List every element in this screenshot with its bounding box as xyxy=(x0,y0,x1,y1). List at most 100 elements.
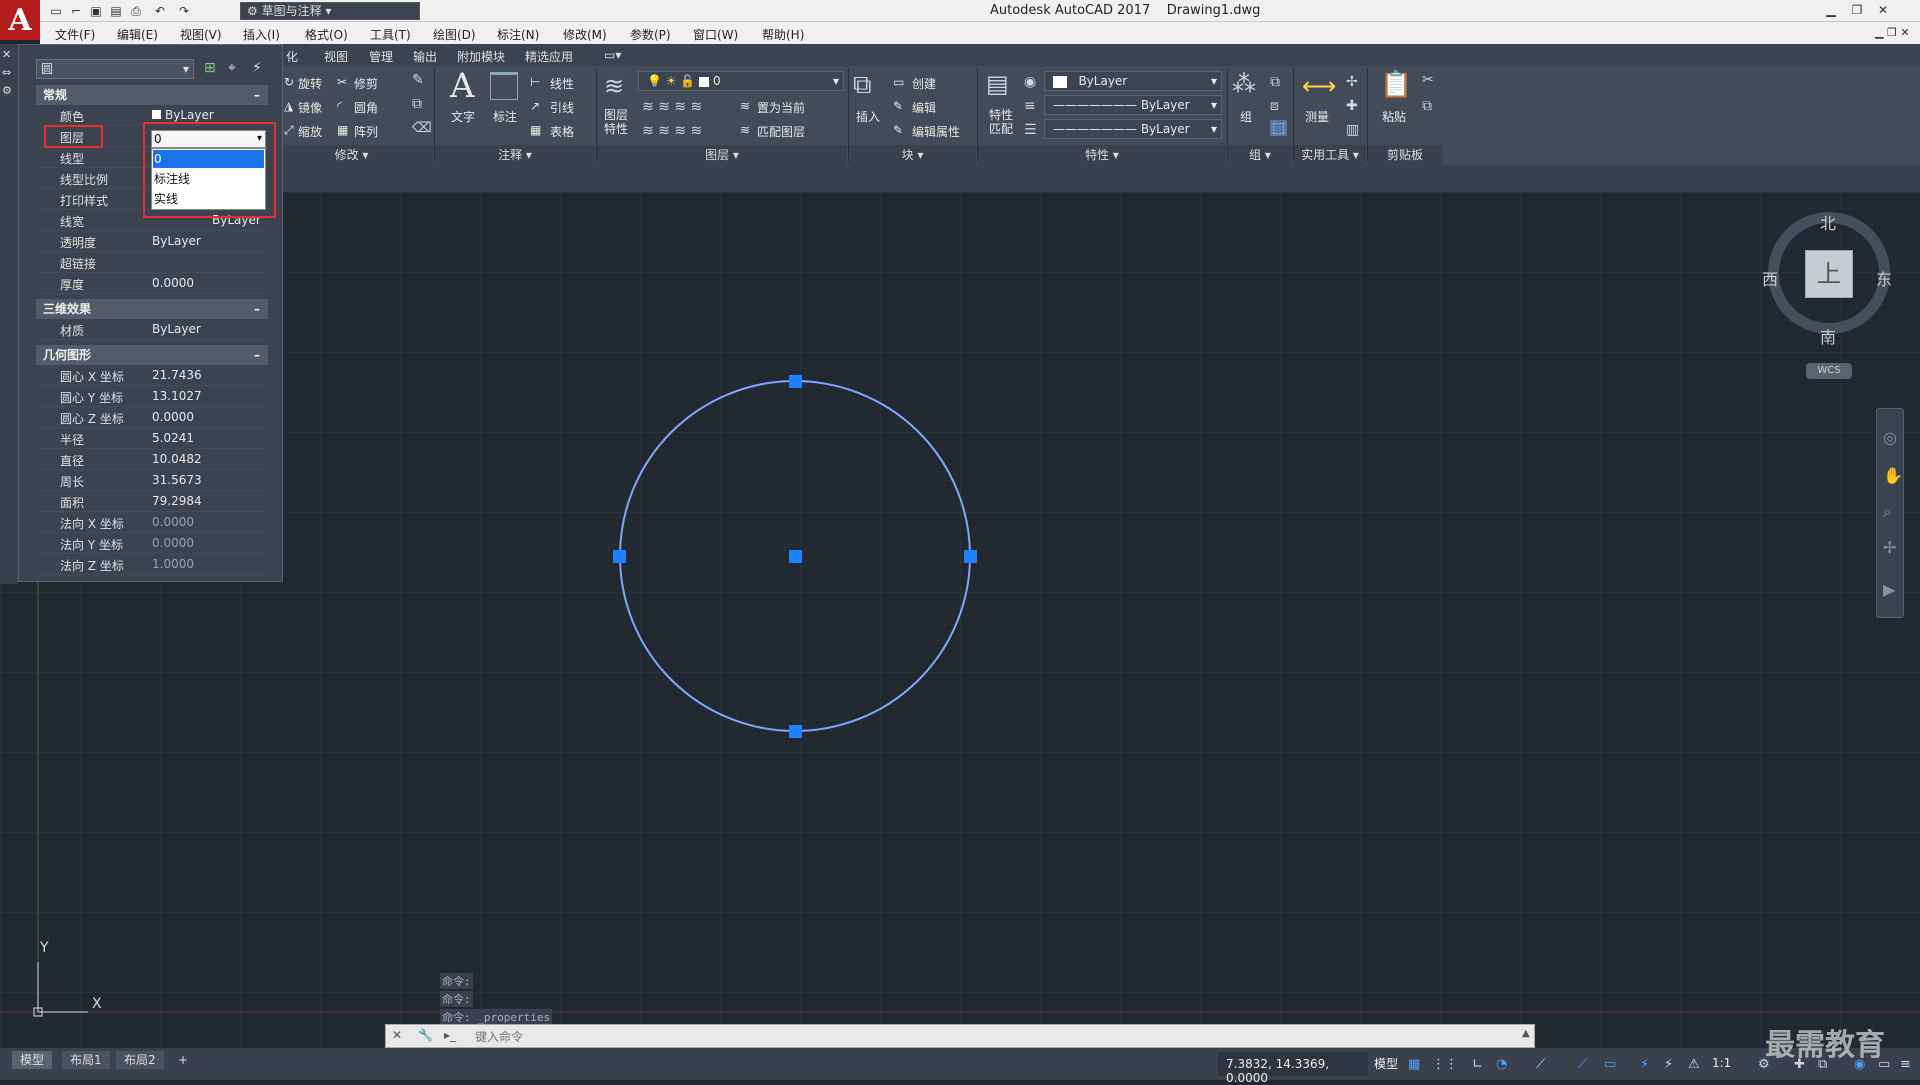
rotate-button[interactable]: 旋转 xyxy=(298,75,322,92)
prop-row-center-x[interactable]: 圆心 X 坐标 21.7436 xyxy=(36,365,268,386)
layer-tool-icon[interactable]: ≋ ≋ ≋ ≋ xyxy=(642,123,702,139)
measure-icon[interactable]: ⟷ xyxy=(1302,72,1336,100)
section-geometry[interactable]: 几何图形 – xyxy=(36,345,268,365)
array-button[interactable]: 阵列 xyxy=(354,123,378,140)
menu-tools[interactable]: 工具(T) xyxy=(370,26,411,43)
match-properties-button[interactable]: 特性 匹配 xyxy=(989,108,1013,136)
panel-annotation-label[interactable]: 注释 ▾ xyxy=(435,145,595,165)
fillet-icon[interactable]: ◜ xyxy=(337,99,342,113)
point-icon[interactable]: ✢ xyxy=(1346,74,1358,90)
tab-output[interactable]: 输出 xyxy=(413,48,437,65)
dimension-icon[interactable] xyxy=(490,72,518,100)
layer-properties-button[interactable]: 图层 特性 xyxy=(604,108,628,136)
undo-icon[interactable]: ↶ xyxy=(152,3,168,19)
pencil-icon[interactable]: ✎ xyxy=(412,72,424,88)
ribbon-toggle-icon[interactable]: ▭▾ xyxy=(604,48,621,62)
id-point-icon[interactable]: ✚ xyxy=(1346,98,1358,114)
viewcube-south[interactable]: 南 xyxy=(1820,324,1836,348)
menu-parametric[interactable]: 参数(P) xyxy=(630,26,671,43)
redo-icon[interactable]: ↷ xyxy=(176,3,192,19)
layer-properties-icon[interactable]: ≋ xyxy=(604,72,624,100)
mirror-icon[interactable]: ◮ xyxy=(284,99,293,113)
tab-view[interactable]: 视图 xyxy=(324,48,348,65)
panel-groups-label[interactable]: 组 ▾ xyxy=(1228,145,1292,165)
leader-button[interactable]: 引线 xyxy=(550,99,574,116)
command-line[interactable] xyxy=(385,1024,1535,1048)
menu-view[interactable]: 视图(V) xyxy=(180,26,222,43)
tab-visualize[interactable]: 化 xyxy=(286,48,298,65)
tab-addins[interactable]: 附加模块 xyxy=(457,48,505,65)
layer-dropdown[interactable]: 💡 ☀ 🔓 0 ▾ xyxy=(638,71,844,91)
menu-edit[interactable]: 编辑(E) xyxy=(117,26,158,43)
pickadd-toggle-icon[interactable]: ⊞ xyxy=(204,60,216,76)
workspace-switcher[interactable]: ⚙ 草图与注释 ▾ xyxy=(240,2,420,20)
quick-select-icon[interactable]: ⚡ xyxy=(252,60,262,76)
linetype-icon[interactable]: ≡ xyxy=(1024,98,1036,114)
close-icon[interactable]: ✕ xyxy=(1872,1,1894,19)
insert-icon[interactable]: ⧉ xyxy=(853,70,872,101)
annotation-visibility-icon[interactable]: ⚡ xyxy=(1640,1057,1649,1072)
doc-window-controls[interactable]: ▁ ❐ ✕ xyxy=(1875,26,1910,39)
isodraft-icon[interactable]: ⟋ xyxy=(1536,1057,1545,1072)
color-dropdown[interactable]: ByLayer ▾ xyxy=(1044,71,1222,91)
layout-tab-layout1[interactable]: 布局1 xyxy=(62,1051,110,1069)
paste-button[interactable]: 粘贴 xyxy=(1382,108,1406,125)
prop-row-thickness[interactable]: 厚度 0.0000 xyxy=(36,273,268,294)
panel-layers-label[interactable]: 图层 ▾ xyxy=(597,145,847,165)
dimension-button[interactable]: 标注 xyxy=(493,108,517,125)
fillet-button[interactable]: 圆角 xyxy=(354,99,378,116)
prop-row-diameter[interactable]: 直径 10.0482 xyxy=(36,449,268,470)
open-file-icon[interactable]: ⌐ xyxy=(68,3,84,19)
prop-row-material[interactable]: 材质 ByLayer xyxy=(36,319,268,340)
group-icon[interactable]: ⁂ xyxy=(1232,70,1256,98)
showmotion-icon[interactable]: ▶ xyxy=(1883,580,1895,599)
pan-icon[interactable]: ✋ xyxy=(1883,466,1903,485)
grip-bottom[interactable] xyxy=(789,725,802,738)
create-block-button[interactable]: 创建 xyxy=(912,75,936,92)
panel-block-label[interactable]: 块 ▾ xyxy=(849,145,976,165)
edit-attributes-button[interactable]: 编辑属性 xyxy=(912,123,960,140)
prop-row-center-y[interactable]: 圆心 Y 坐标 13.1027 xyxy=(36,386,268,407)
command-input[interactable]: 键入命令 xyxy=(475,1028,523,1045)
restore-icon[interactable]: ❐ xyxy=(1846,1,1868,19)
chevron-up-icon[interactable]: ▲ xyxy=(1522,1028,1530,1039)
viewcube-top-face[interactable]: 上 xyxy=(1805,250,1853,298)
layout-tab-layout2[interactable]: 布局2 xyxy=(116,1051,164,1069)
coordinates-readout[interactable]: 7.3832, 14.3369, 0.0000 xyxy=(1218,1052,1368,1085)
menu-modify[interactable]: 修改(M) xyxy=(563,26,607,43)
linetype-dropdown[interactable]: ——————— ByLayer ▾ xyxy=(1044,95,1222,115)
calculator-icon[interactable]: ▥ xyxy=(1346,122,1359,138)
steering-wheel-icon[interactable]: ◎ xyxy=(1883,428,1897,447)
model-space-button[interactable]: 模型 xyxy=(1374,1055,1398,1072)
ungroup-icon[interactable]: ⧉ xyxy=(1270,74,1280,90)
rotate-icon[interactable]: ↻ xyxy=(284,75,294,89)
prop-row-center-z[interactable]: 圆心 Z 坐标 0.0000 xyxy=(36,407,268,428)
trim-button[interactable]: 修剪 xyxy=(354,75,378,92)
panel-properties-label[interactable]: 特性 ▾ xyxy=(978,145,1226,165)
copy-clip-icon[interactable]: ⧉ xyxy=(1422,98,1432,114)
group-select-icon[interactable]: ⬚ xyxy=(1270,120,1288,136)
section-general[interactable]: 常规 – xyxy=(36,85,268,105)
prop-row-transparency[interactable]: 透明度 ByLayer xyxy=(36,231,268,252)
set-current-icon[interactable]: ≋ xyxy=(740,99,750,113)
scale-dropdown[interactable]: 1:1 xyxy=(1712,1056,1731,1070)
orbit-icon[interactable]: ✢ xyxy=(1883,538,1896,557)
set-current-button[interactable]: 置为当前 xyxy=(757,99,805,116)
snap-icon[interactable]: ⋮⋮ xyxy=(1432,1057,1458,1072)
array-icon[interactable]: ▦ xyxy=(337,123,348,137)
copy-icon[interactable]: ⧉ xyxy=(412,96,422,112)
command-close-icon[interactable]: ✕ xyxy=(392,1028,402,1042)
paste-icon[interactable]: 📋 xyxy=(1380,70,1412,100)
match-layer-button[interactable]: 匹配图层 xyxy=(757,123,805,140)
osnap-icon[interactable]: ⟋ xyxy=(1578,1057,1587,1072)
new-file-icon[interactable]: ▭ xyxy=(48,3,64,19)
object-type-dropdown[interactable]: 圆 ▾ xyxy=(36,59,194,79)
match-properties-icon[interactable]: ▤ xyxy=(986,70,1009,98)
prop-row-area[interactable]: 面积 79.2984 xyxy=(36,491,268,512)
add-layout-button[interactable]: + xyxy=(170,1051,196,1069)
edit-block-button[interactable]: 编辑 xyxy=(912,99,936,116)
linear-button[interactable]: 线性 xyxy=(550,75,574,92)
color-wheel-icon[interactable]: ◉ xyxy=(1024,74,1036,90)
edit-attributes-icon[interactable]: ✎ xyxy=(893,123,903,137)
text-icon[interactable]: A xyxy=(450,66,475,106)
